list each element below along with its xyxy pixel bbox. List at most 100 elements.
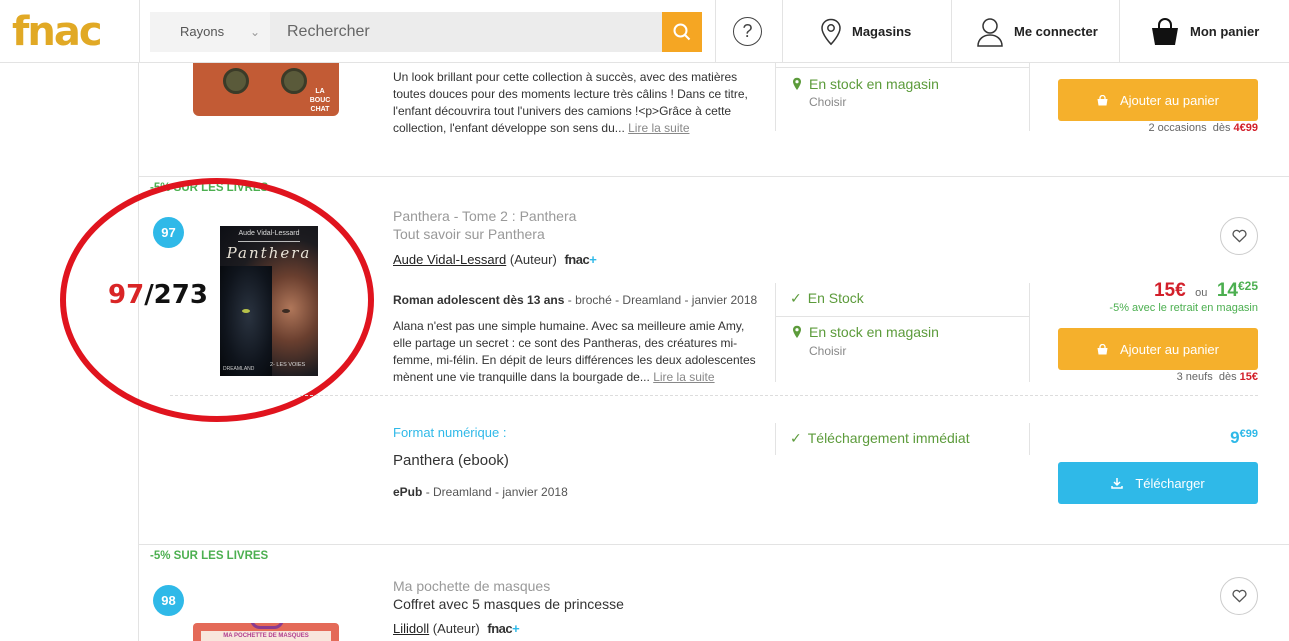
annotation-ellipse <box>60 178 374 422</box>
rayons-label: Rayons <box>180 24 225 39</box>
fnac-plus-badge: fnac+ <box>487 621 519 636</box>
offers-from: dès <box>1212 122 1231 134</box>
wishlist-button[interactable] <box>1220 577 1258 615</box>
column-divider <box>1029 63 1030 131</box>
cover-text: MA POCHETTE DE MASQUES <box>201 631 331 641</box>
map-pin-icon <box>793 77 801 90</box>
heart-icon <box>1231 229 1247 243</box>
author-role: (Auteur) <box>509 252 557 267</box>
product-cover-next[interactable]: MA POCHETTE DE MASQUES <box>193 623 339 641</box>
fnac-plus-text: fnac <box>564 252 590 267</box>
cover-title: Panthera <box>226 244 312 262</box>
read-more-link[interactable]: Lire la suite <box>653 370 714 384</box>
check-icon: ✓ <box>790 290 802 306</box>
stores-link[interactable]: Magasins <box>820 0 911 63</box>
product-title[interactable]: Ma pochette de masques <box>393 578 550 594</box>
product-cover-prev[interactable]: LA BOUC CHAT <box>193 63 339 116</box>
column-divider <box>1029 423 1030 455</box>
digital-format: ePub <box>393 485 423 499</box>
user-icon <box>977 17 1003 47</box>
cart-label: Mon panier <box>1190 24 1260 39</box>
map-pin-icon <box>793 325 801 338</box>
rayons-dropdown[interactable]: Rayons ⌄ <box>150 12 270 52</box>
fnac-logo[interactable]: fnac <box>12 10 103 54</box>
download-button[interactable]: Télécharger <box>1058 462 1258 504</box>
girl-eye <box>282 309 290 313</box>
stock-store-label: En stock en magasin <box>809 76 939 92</box>
add-to-cart-label: Ajouter au panier <box>1119 92 1219 108</box>
product-meta: Roman adolescent dès 13 ans - broché - D… <box>393 293 757 307</box>
product-description: Alana n'est pas une simple humaine. Avec… <box>393 318 763 386</box>
cart-link[interactable]: Mon panier <box>1150 0 1259 63</box>
add-to-cart-button[interactable]: Ajouter au panier <box>1058 328 1258 370</box>
panther-eye <box>242 309 250 313</box>
cover-badge: LA BOUC CHAT <box>309 88 331 113</box>
shopping-bag-icon <box>1097 343 1108 354</box>
author-line: Lilidoll (Auteur) fnac+ <box>393 621 520 636</box>
digital-format-label: Format numérique : <box>393 425 507 440</box>
fnac-plus-text: fnac <box>487 621 513 636</box>
row-separator <box>139 544 1289 545</box>
promo-label: -5% SUR LES LIVRES <box>150 550 269 562</box>
column-divider <box>775 63 776 131</box>
offers-price: 4€99 <box>1233 122 1258 134</box>
truck-wheel <box>223 68 249 94</box>
site-header: fnac Rayons ⌄ ? Magasins Me connecter <box>0 0 1289 63</box>
stock-store-status: En stock en magasin <box>792 324 939 340</box>
header-divider <box>139 0 140 63</box>
choose-store-link[interactable]: Choisir <box>809 95 846 109</box>
search-button[interactable] <box>662 12 702 52</box>
cover-handle <box>250 623 284 629</box>
price-alt-dec: €25 <box>1237 279 1258 293</box>
offers-summary[interactable]: 3 neufs dès 15€ <box>1177 371 1258 383</box>
fnac-plus-badge: fnac+ <box>564 252 596 267</box>
stock-online-label: En Stock <box>807 290 864 306</box>
digital-title[interactable]: Panthera (ebook) <box>393 452 509 469</box>
cover-author: Aude Vidal-Lessard <box>238 230 300 237</box>
stock-store-status: En stock en magasin <box>792 76 939 92</box>
author-line: Aude Vidal-Lessard (Auteur) fnac+ <box>393 252 597 267</box>
add-to-cart-label: Ajouter au panier <box>1119 341 1219 357</box>
product-subtitle[interactable]: Tout savoir sur Panthera <box>393 226 545 242</box>
position-annotation: 97/273 <box>108 280 208 310</box>
login-link[interactable]: Me connecter <box>976 0 1098 63</box>
format-separator <box>170 395 1258 396</box>
stock-divider <box>776 67 1029 68</box>
offers-from: dès <box>1218 371 1237 383</box>
price-block: 15€ ou 14€25 <box>1154 279 1258 302</box>
chevron-down-icon: ⌄ <box>249 25 260 39</box>
price-or: ou <box>1195 287 1208 299</box>
author-role: (Auteur) <box>432 621 480 636</box>
digital-details: - Dreamland - janvier 2018 <box>425 485 568 499</box>
product-subtitle[interactable]: Coffret avec 5 masques de princesse <box>393 596 624 612</box>
digital-price-dec: €99 <box>1239 428 1258 440</box>
help-button[interactable]: ? <box>733 17 762 46</box>
cover-publisher: DREAMLAND <box>223 366 255 372</box>
digital-price-int: 9 <box>1230 428 1240 447</box>
price-alt-int: 14 <box>1216 280 1238 301</box>
product-title[interactable]: Panthera - Tome 2 : Panthera <box>393 208 576 224</box>
offers-summary[interactable]: 2 occasions dès 4€99 <box>1148 122 1258 134</box>
author-link[interactable]: Aude Vidal-Lessard <box>393 252 506 267</box>
header-divider <box>1119 0 1120 63</box>
cover-subtitle: 2- LES VOIES <box>270 362 306 368</box>
add-to-cart-button[interactable]: Ajouter au panier <box>1058 79 1258 121</box>
stock-divider <box>776 316 1029 317</box>
description-text: Un look brillant pour cette collection à… <box>393 70 748 135</box>
check-icon: ✓ <box>790 430 802 446</box>
heart-icon <box>1231 589 1247 603</box>
map-pin-icon <box>821 18 841 45</box>
read-more-link[interactable]: Lire la suite <box>628 121 689 135</box>
header-divider <box>951 0 952 63</box>
price-note: -5% avec le retrait en magasin <box>1109 302 1258 314</box>
column-divider <box>775 283 776 382</box>
column-divider <box>1029 283 1030 382</box>
author-link[interactable]: Lilidoll <box>393 621 429 636</box>
choose-store-link[interactable]: Choisir <box>809 344 846 358</box>
product-cover[interactable]: Aude Vidal-Lessard Panthera 2- LES VOIES… <box>220 226 318 376</box>
wishlist-button[interactable] <box>1220 217 1258 255</box>
search-input[interactable] <box>270 12 662 52</box>
product-category: Roman adolescent dès 13 ans <box>393 293 565 307</box>
rank-badge: 98 <box>153 585 184 616</box>
cover-rule <box>238 241 300 242</box>
